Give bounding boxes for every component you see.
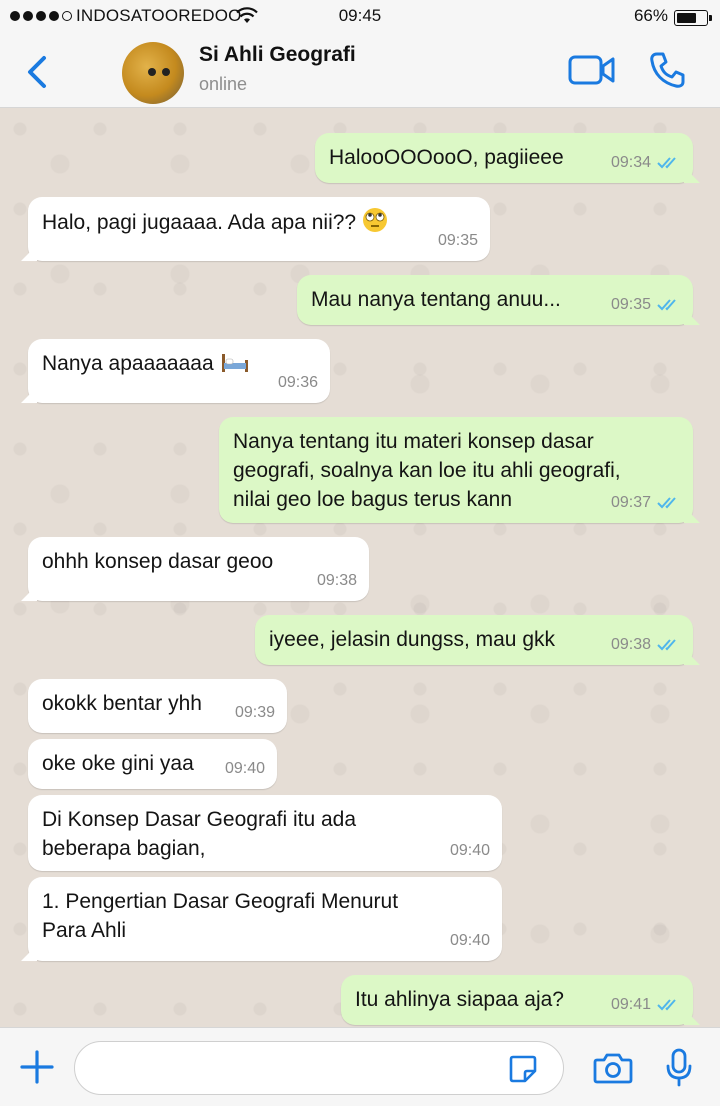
message-text: Nanya apaaaaaaa — [42, 352, 214, 375]
message-time: 09:35 — [610, 296, 651, 313]
back-chevron-icon[interactable] — [20, 50, 56, 94]
contact-status: online — [199, 74, 248, 94]
message-incoming[interactable]: 1. Pengertian Dasar Geografi Menurut Par… — [28, 877, 502, 961]
bed-emoji — [221, 354, 248, 372]
message-outgoing[interactable]: iyeee, jelasin dungss, mau gkk 09:38 — [255, 615, 693, 665]
message-time: 09:38 — [316, 572, 357, 589]
message-time: 09:39 — [234, 704, 275, 721]
message-time: 09:35 — [437, 232, 478, 249]
phone-icon[interactable] — [648, 51, 686, 89]
message-outgoing[interactable]: Mau nanya tentang anuu... 09:35 — [297, 275, 693, 325]
double-check-icon — [657, 998, 676, 1010]
message-incoming[interactable]: oke oke gini yaa 09:40 — [28, 739, 277, 789]
message-time: 09:38 — [610, 636, 651, 653]
camera-icon[interactable] — [593, 1052, 633, 1084]
contact-name[interactable]: Si Ahli Geografi — [199, 43, 356, 67]
battery-icon — [674, 10, 712, 26]
message-incoming[interactable]: ohhh konsep dasar geoo 09:38 — [28, 537, 369, 601]
message-outgoing[interactable]: Itu ahlinya siapaa aja? 09:41 — [341, 975, 693, 1025]
message-time: 09:37 — [610, 494, 651, 511]
message-incoming[interactable]: okokk bentar yhh 09:39 — [28, 679, 287, 733]
clock: 09:45 — [338, 6, 382, 25]
message-time: 09:40 — [449, 842, 490, 859]
message-time: 09:41 — [610, 996, 651, 1013]
message-list[interactable]: HalooOOOooO, pagiieee 09:34 Halo, pagi j… — [0, 109, 720, 1027]
microphone-icon[interactable] — [664, 1048, 694, 1088]
eye-roll-emoji — [362, 208, 387, 232]
message-outgoing[interactable]: HalooOOOooO, pagiieee 09:34 — [315, 133, 693, 183]
message-incoming[interactable]: Halo, pagi jugaaaa. Ada apa nii?? 09:35 — [28, 197, 490, 261]
message-input[interactable] — [74, 1041, 564, 1095]
message-time: 09:40 — [449, 932, 490, 949]
message-time: 09:34 — [610, 154, 651, 171]
message-text: 1. Pengertian Dasar Geografi Menurut Par… — [42, 890, 399, 942]
message-text: Halo, pagi jugaaaa. Ada apa nii?? — [42, 211, 357, 234]
video-call-icon[interactable] — [568, 54, 616, 86]
double-check-icon — [657, 638, 676, 650]
double-check-icon — [657, 496, 676, 508]
status-bar: INDOSATOOREDOO 09:45 66% — [0, 0, 720, 34]
message-composer — [0, 1027, 720, 1106]
message-text: Di Konsep Dasar Geografi itu ada beberap… — [42, 808, 357, 860]
contact-avatar[interactable] — [122, 42, 184, 104]
message-outgoing[interactable]: Nanya tentang itu materi konsep dasar ge… — [219, 417, 693, 523]
message-time: 09:40 — [224, 760, 265, 777]
message-incoming[interactable]: Di Konsep Dasar Geografi itu ada beberap… — [28, 795, 502, 871]
plus-icon[interactable] — [18, 1048, 56, 1086]
message-text: ohhh konsep dasar geoo — [42, 550, 274, 573]
battery-percentage: 66% — [633, 6, 668, 25]
message-incoming[interactable]: Nanya apaaaaaaa 09:36 — [28, 339, 330, 403]
chat-header: Si Ahli Geografi online — [0, 34, 720, 108]
double-check-icon — [657, 156, 676, 168]
sticker-icon[interactable] — [508, 1054, 538, 1084]
double-check-icon — [657, 298, 676, 310]
message-time: 09:36 — [277, 374, 318, 391]
